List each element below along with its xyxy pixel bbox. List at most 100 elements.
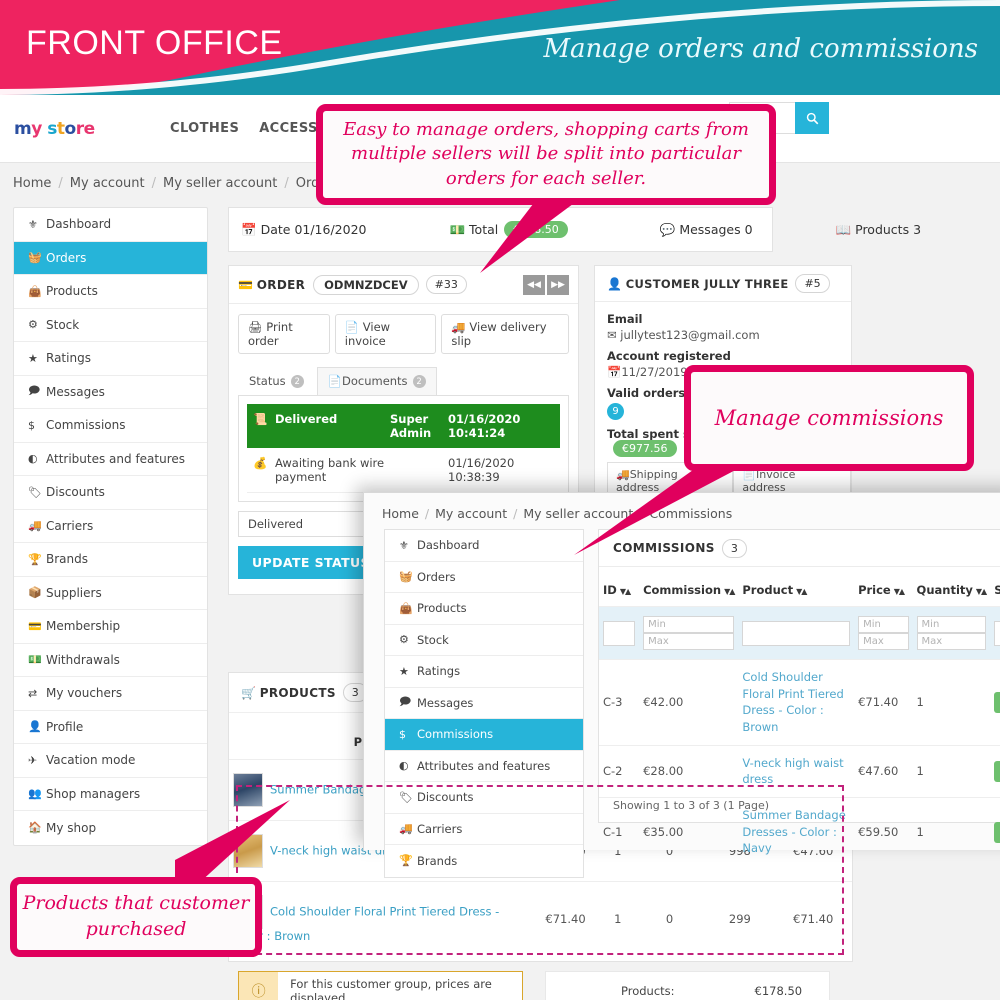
commissions-col-id[interactable]: ID ▼▲ — [599, 567, 639, 607]
ov-breadcrumb-sep: / — [513, 506, 518, 521]
sidebar-item-products[interactable]: 👜 Products — [14, 275, 207, 309]
sidebar-item-orders[interactable]: 🧺 Orders — [385, 562, 583, 593]
filter-price-min[interactable]: Min — [858, 616, 909, 633]
sidebar-item-dashboard[interactable]: ⚜ Dashboard — [385, 530, 583, 562]
sidebar-item-commissions[interactable]: $ Commissions — [14, 409, 207, 443]
nav-link-clothes[interactable]: CLOTHES — [170, 121, 239, 136]
tab-documents[interactable]: 📄Documents 2 — [316, 367, 437, 395]
sidebar-item-stock[interactable]: ⚙ Stock — [385, 625, 583, 656]
email-label: Email — [607, 312, 643, 326]
filter-price-max[interactable]: Max — [858, 633, 909, 650]
totals-value: €178.50 — [754, 984, 803, 998]
status-name: Awaiting bank wire payment — [275, 456, 385, 484]
column-label: ID — [603, 583, 617, 597]
sidebar-item-suppliers[interactable]: 📦 Suppliers — [14, 577, 207, 610]
tab-status-label: Status — [249, 374, 286, 388]
filter-quantity-min[interactable]: Min — [916, 616, 987, 633]
view-invoice-button[interactable]: 📄 View invoice — [334, 314, 437, 354]
sort-icon[interactable]: ▼▲ — [724, 587, 735, 596]
products-highlight-box — [236, 785, 844, 955]
commissions-col-quantity[interactable]: Quantity ▼▲ — [913, 567, 991, 607]
status-icon: 📜 — [253, 412, 268, 426]
sidebar-item-discounts[interactable]: 🏷 Discounts — [14, 476, 207, 510]
sidebar-item-withdrawals[interactable]: 💵 Withdrawals — [14, 644, 207, 677]
status-who — [390, 456, 448, 484]
sidebar-item-my-vouchers[interactable]: ⇄ My vouchers — [14, 677, 207, 711]
ov-breadcrumb-item-my-account[interactable]: My account — [435, 506, 507, 521]
sidebar-item-brands[interactable]: 🏆 Brands — [14, 543, 207, 577]
sidebar-item-label: Commissions — [46, 418, 126, 433]
sidebar-item-messages[interactable]: 🗩 Messages — [385, 688, 583, 719]
filter-product-input[interactable] — [742, 620, 851, 646]
commission-product-cell[interactable]: Cold Shoulder Floral Print Tiered Dress … — [738, 659, 855, 746]
sidebar-item-label: Suppliers — [46, 585, 102, 600]
sidebar-item-ratings[interactable]: ★ Ratings — [14, 342, 207, 376]
print-order-button[interactable]: 🖨 Print order — [238, 314, 330, 354]
sidebar-item-dashboard[interactable]: ⚜ Dashboard — [14, 208, 207, 242]
tab-status[interactable]: Status 2 — [238, 367, 315, 395]
column-label: Quantity — [916, 583, 973, 597]
sidebar-item-label: Dashboard — [46, 217, 112, 232]
filter-commission-max[interactable]: Max — [643, 633, 735, 650]
commissions-filter-row: MinMaxMinMaxMinMax--▼ — [599, 606, 1000, 660]
sidebar-item-attributes-and-features[interactable]: ◐ Attributes and features — [385, 751, 583, 782]
filter-quantity-max[interactable]: Max — [916, 633, 987, 650]
valid-orders-value: 9 — [607, 403, 624, 420]
status-datetime: 01/16/2020 10:38:39 — [448, 456, 554, 484]
breadcrumb-item-my-account[interactable]: My account — [70, 176, 145, 191]
sidebar-item-label: Ratings — [417, 664, 461, 679]
envelope-icon: ✉ — [607, 328, 617, 342]
order-number: #33 — [425, 275, 467, 294]
commissions-col-product[interactable]: Product ▼▲ — [738, 567, 854, 607]
store-logo[interactable]: my store — [14, 119, 95, 139]
sidebar-item-commissions[interactable]: $ Commissions — [385, 719, 583, 751]
tab-documents-count: 2 — [412, 375, 426, 388]
callout-orders: Easy to manage orders, shopping carts fr… — [316, 104, 776, 205]
sort-icon[interactable]: ▼▲ — [620, 587, 631, 596]
chat-icon: 🗩 — [399, 695, 412, 709]
calendar-icon: 📅 — [241, 221, 257, 237]
sidebar-item-orders[interactable]: 🧺 Orders — [14, 241, 207, 275]
sort-icon[interactable]: ▼▲ — [796, 587, 807, 596]
commissions-col-status[interactable]: Status▼▲ — [990, 567, 1000, 607]
summary-products-label: Products — [855, 222, 910, 237]
breadcrumb-item-my-seller-account[interactable]: My seller account — [163, 176, 277, 191]
summary-date-value: 01/16/2020 — [294, 222, 367, 237]
filter-id-input[interactable] — [603, 620, 636, 646]
plane-icon: ✈ — [28, 753, 38, 767]
coins-icon: 💰 — [253, 456, 268, 470]
card-icon: 💳 — [238, 277, 253, 292]
products-card-title: PRODUCTS — [259, 685, 336, 700]
email-text[interactable]: jullytest123@gmail.com — [620, 328, 759, 342]
sidebar-item-ratings[interactable]: ★ Ratings — [385, 656, 583, 688]
sort-icon[interactable]: ▼▲ — [976, 587, 987, 596]
sidebar-item-attributes-and-features[interactable]: ◐ Attributes and features — [14, 443, 207, 476]
sidebar-item-profile[interactable]: 👤 Profile — [14, 711, 207, 744]
commissions-col-commission[interactable]: Commission ▼▲ — [639, 567, 738, 607]
user-icon: 👤 — [28, 720, 42, 734]
sidebar-item-stock[interactable]: ⚙ Stock — [14, 309, 207, 342]
filter-status-select[interactable]: --▼ — [994, 620, 1000, 646]
sidebar-item-label: Vacation mode — [46, 753, 136, 768]
sort-icon[interactable]: ▼▲ — [894, 587, 905, 596]
sidebar-item-products[interactable]: 👜 Products — [385, 593, 583, 625]
sidebar-item-carriers[interactable]: 🚚 Carriers — [14, 510, 207, 543]
commissions-col-price[interactable]: Price ▼▲ — [854, 567, 912, 607]
breadcrumb-item-home[interactable]: Home — [13, 176, 51, 191]
seller-sidebar: ⚜ Dashboard 🧺 Orders 👜 Products ⚙ Stock ★ Ratings… — [13, 207, 208, 846]
sidebar-item-vacation-mode[interactable]: ✈ Vacation mode — [14, 744, 207, 778]
dollar-icon: $ — [28, 418, 35, 432]
status-time: 10:41:24 — [448, 426, 506, 440]
ov-breadcrumb-item-home[interactable]: Home — [382, 506, 419, 521]
dashboard-icon: ⚜ — [399, 538, 409, 552]
search-icon[interactable] — [795, 102, 829, 134]
filter-commission-min[interactable]: Min — [643, 616, 735, 633]
sidebar-item-messages[interactable]: 🗩 Messages — [14, 376, 207, 409]
banner-right-title: Manage orders and commissions — [543, 34, 978, 64]
file-icon: 📄 — [344, 320, 360, 334]
view-delivery-slip-button[interactable]: 🚚 View delivery slip — [441, 314, 569, 354]
sidebar-item-label: Products — [417, 601, 467, 616]
sidebar-item-label: Attributes and features — [417, 758, 551, 773]
sidebar-item-membership[interactable]: 💳 Membership — [14, 610, 207, 644]
contrast-icon: ◐ — [399, 759, 409, 773]
